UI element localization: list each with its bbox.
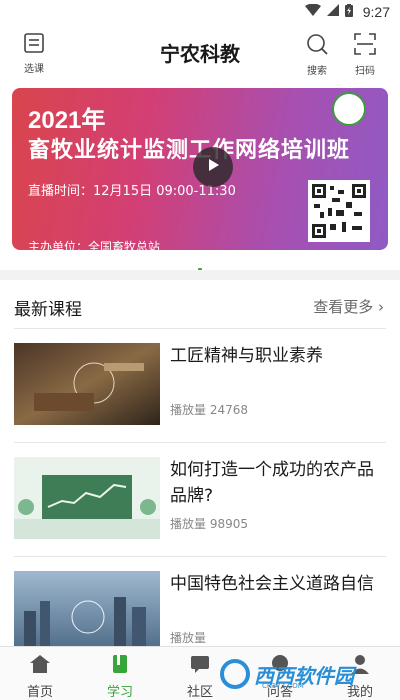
status-time: 9:27 — [362, 4, 390, 20]
scan-icon — [353, 32, 377, 60]
course-views: 播放量 24768 — [170, 403, 248, 417]
course-thumbnail — [14, 343, 160, 425]
course-item[interactable]: 如何打造一个成功的农产品品牌? 播放量 98905 — [14, 443, 386, 557]
tab-study[interactable]: 学习 — [80, 647, 160, 700]
course-views: 播放量 98905 — [170, 517, 248, 531]
scan-label: 扫码 — [355, 66, 375, 77]
study-icon — [109, 653, 131, 679]
tab-community-label: 社区 — [186, 685, 213, 700]
watermark-subtext: CR173.COM — [262, 682, 304, 690]
play-button[interactable] — [193, 147, 233, 187]
course-title: 中国特色社会主义道路自信 — [170, 574, 374, 594]
course-thumbnail — [14, 571, 160, 653]
tab-home-label: 首页 — [26, 685, 53, 700]
organization-logo — [332, 92, 366, 126]
course-title: 如何打造一个成功的农产品品牌? — [170, 460, 374, 506]
page-title: 宁农科教 — [160, 42, 240, 66]
tab-study-label: 学习 — [106, 685, 133, 700]
course-views: 播放量 — [170, 631, 207, 645]
view-more-link[interactable]: 查看更多 › — [313, 296, 384, 317]
tab-home[interactable]: 首页 — [0, 647, 80, 700]
banner-carousel[interactable]: 2021年 畜牧业统计监测工作网络培训班 直播时间：12月15日 09:00-1… — [12, 88, 388, 250]
watermark-logo-icon — [220, 659, 250, 689]
course-item[interactable]: 工匠精神与职业素养 播放量 24768 — [14, 329, 386, 443]
scan-button[interactable]: 扫码 — [345, 32, 385, 77]
qr-code-image — [308, 180, 370, 242]
community-icon — [189, 653, 211, 679]
play-icon — [205, 157, 221, 177]
wifi-icon — [304, 3, 321, 20]
latest-courses-title: 最新课程 — [14, 300, 82, 320]
search-label: 搜索 — [307, 66, 327, 77]
signal-icon — [326, 4, 339, 20]
battery-icon — [344, 3, 353, 21]
app-header: 选课 宁农科教 搜索 扫码 — [0, 24, 400, 78]
search-icon — [305, 32, 329, 60]
banner-title: 畜牧业统计监测工作网络培训班 — [28, 138, 351, 163]
status-bar: 9:27 — [0, 0, 400, 24]
section-divider — [0, 270, 400, 280]
search-button[interactable]: 搜索 — [297, 32, 337, 77]
course-title: 工匠精神与职业素养 — [170, 346, 323, 366]
banner-organizer: 主办单位：全国畜牧总站 — [28, 240, 161, 250]
home-icon — [29, 653, 51, 679]
course-thumbnail — [14, 457, 160, 539]
banner-year: 2021年 — [28, 107, 106, 134]
banner-slide[interactable]: 2021年 畜牧业统计监测工作网络培训班 直播时间：12月15日 09:00-1… — [12, 88, 388, 250]
site-watermark: 西西软件园 CR173.COM — [220, 654, 380, 694]
